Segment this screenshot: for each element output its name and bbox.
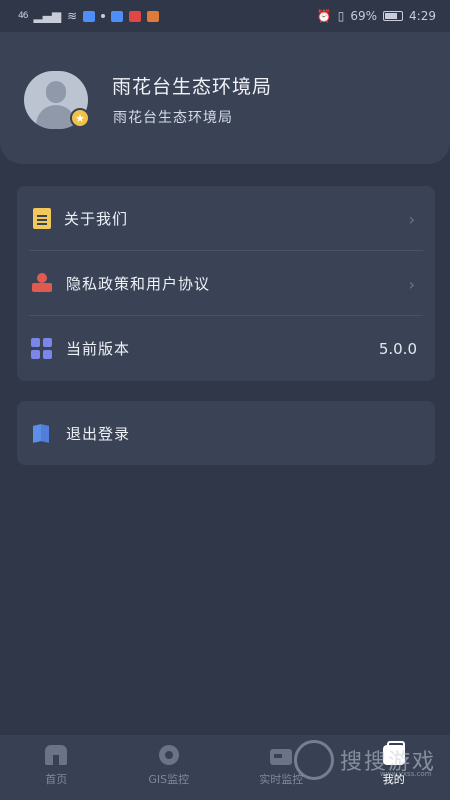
shield-app-icon <box>83 10 96 22</box>
signal-bars-icon: ▂▄▆ <box>33 9 62 23</box>
logout-label: 退出登录 <box>66 425 131 443</box>
monitor-icon <box>270 749 293 765</box>
grid-cell <box>43 350 52 359</box>
grid-cell <box>31 350 40 359</box>
version-value: 5.0.0 <box>378 339 417 358</box>
menu-item-privacy-policy[interactable]: 隐私政策和用户协议 › <box>29 251 423 316</box>
mine-icon <box>382 741 405 765</box>
menu-item-label: 关于我们 <box>64 209 129 228</box>
grid-cell <box>31 337 40 347</box>
grid-icon <box>31 337 53 360</box>
star-badge-icon: ★ <box>70 108 90 128</box>
tab-label: 首页 <box>45 773 68 786</box>
bottom-tab-bar: 首页 GIS监控 实时监控 我的 <box>0 735 450 800</box>
video-app-icon <box>129 10 142 22</box>
signal-indicator: 46 <box>18 11 29 21</box>
menu-item-about-us[interactable]: 关于我们 › <box>29 186 423 251</box>
document-icon <box>33 207 51 229</box>
tab-label: 我的 <box>382 773 405 786</box>
stamp-icon <box>31 272 53 294</box>
menu-item-label: 当前版本 <box>66 340 131 358</box>
game-app-icon <box>147 10 160 22</box>
settings-menu-card: 关于我们 › 隐私政策和用户协议 › 当前版本 5.0.0 <box>17 186 435 381</box>
status-left: 46 ▂▄▆ ≋ <box>18 9 160 23</box>
clock-time: 4:29 <box>409 9 436 23</box>
profile-header: ★ 雨花台生态环境局 雨花台生态环境局 <box>0 32 450 164</box>
battery-icon <box>383 11 404 21</box>
menu-item-current-version[interactable]: 当前版本 5.0.0 <box>29 316 423 381</box>
profile-name: 雨花台生态环境局 <box>112 76 273 98</box>
menu-item-label: 隐私政策和用户协议 <box>66 274 211 293</box>
tab-mine[interactable]: 我的 <box>338 735 450 800</box>
tab-label: 实时监控 <box>259 773 304 786</box>
tab-label: GIS监控 <box>148 773 190 786</box>
status-bar: 46 ▂▄▆ ≋ ⏰ ▯ 69% 4:29 <box>0 0 450 32</box>
status-right: ⏰ ▯ 69% 4:29 <box>317 9 436 23</box>
avatar-head-icon <box>46 81 66 103</box>
tab-gis-monitor[interactable]: GIS监控 <box>113 735 226 800</box>
profile-subtitle: 雨花台生态环境局 <box>113 110 233 126</box>
app-notification-icon <box>111 10 124 22</box>
chevron-right-icon: › <box>408 275 415 294</box>
wifi-icon: ≋ <box>67 9 78 23</box>
logout-card[interactable]: 退出登录 <box>17 401 435 465</box>
grid-cell <box>43 337 52 347</box>
vibrate-icon: ▯ <box>337 9 345 23</box>
alarm-icon: ⏰ <box>316 9 332 23</box>
tab-realtime-monitor[interactable]: 实时监控 <box>225 735 338 800</box>
camera-icon <box>158 745 179 765</box>
home-icon <box>45 745 68 765</box>
chevron-right-icon: › <box>408 210 415 229</box>
tab-home[interactable]: 首页 <box>0 735 113 800</box>
logout-button[interactable]: 退出登录 <box>29 401 423 466</box>
book-icon <box>31 423 53 445</box>
battery-percent: 69% <box>350 9 378 23</box>
notification-dot-icon <box>101 14 106 18</box>
